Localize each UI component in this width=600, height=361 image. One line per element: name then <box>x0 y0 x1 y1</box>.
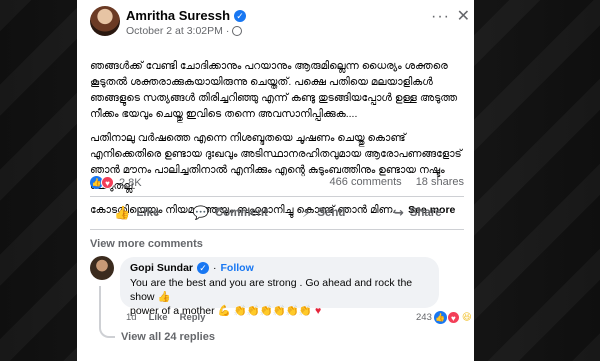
like-reaction-icon: 👍 <box>433 311 447 324</box>
send-button[interactable]: ⚡ Send <box>277 200 371 226</box>
globe-icon <box>232 26 243 36</box>
author-name-row[interactable]: Amritha Suressh ✓ <box>126 8 247 23</box>
thumbs-up-emoji-icon: 👍 <box>157 291 171 303</box>
haha-reaction-icon: 😆 <box>461 312 472 323</box>
divider <box>90 196 464 197</box>
comment-button[interactable]: 💬 Comment <box>184 200 278 226</box>
love-reaction-icon: ♥ <box>446 311 460 324</box>
heart-emoji-icon: ♥ <box>314 305 322 317</box>
post-timestamp[interactable]: October 2 at 3:02PM <box>126 25 223 37</box>
comment-text-line1: You are the best and you are strong . Go… <box>130 277 413 303</box>
share-label: Share <box>409 207 442 219</box>
comment-time[interactable]: 1d <box>126 312 137 323</box>
reactions-summary[interactable]: 👍 ♥ 2.8K <box>90 176 142 189</box>
comment-like-button[interactable]: Like <box>149 312 168 323</box>
clap-emojis-icon: 👏👏👏👏👏👏 <box>233 305 313 317</box>
divider <box>90 229 464 230</box>
author-avatar[interactable] <box>90 6 120 36</box>
reply-thread-line <box>99 286 115 338</box>
author-name[interactable]: Amritha Suressh <box>126 8 230 23</box>
share-button[interactable]: ↪ Share <box>371 200 465 226</box>
comments-count[interactable]: 466 comments <box>330 176 402 188</box>
share-icon: ↪ <box>392 205 404 220</box>
shares-count[interactable]: 18 shares <box>416 176 464 188</box>
post-paragraph: ഞങ്ങൾക്ക് വേണ്ടി ചോദിക്കാനും പറയാനും ആരു… <box>90 60 458 120</box>
post-actions: 👍 Like 💬 Comment ⚡ Send ↪ Share <box>90 200 464 226</box>
comment-reaction-count: 243 <box>416 312 432 323</box>
post-meta: October 2 at 3:02PM · <box>126 25 243 37</box>
post-stats: 👍 ♥ 2.8K 466 comments 18 shares <box>90 174 464 192</box>
post-card: Amritha Suressh ✓ October 2 at 3:02PM · … <box>77 0 474 361</box>
like-label: Like <box>136 207 160 219</box>
view-replies-label: View all 24 replies <box>121 331 215 343</box>
like-button[interactable]: 👍 Like <box>90 200 184 226</box>
reaction-count[interactable]: 2.8K <box>119 177 142 189</box>
love-reaction-icon: ♥ <box>101 176 114 189</box>
comment-bubble: Gopi Sundar ✓ · Follow You are the best … <box>120 257 439 317</box>
commenter-name[interactable]: Gopi Sundar <box>130 262 193 274</box>
view-replies-link[interactable]: View all 24 replies <box>121 331 215 343</box>
follow-separator: · <box>213 262 217 274</box>
comment-label: Comment <box>214 207 268 219</box>
verified-badge-icon: ✓ <box>234 9 247 22</box>
comment-author-row: Gopi Sundar ✓ · Follow <box>130 262 429 274</box>
thumbs-up-icon: 👍 <box>114 205 131 220</box>
post-header: Amritha Suressh ✓ October 2 at 3:02PM · … <box>77 0 474 42</box>
view-more-comments-link[interactable]: View more comments <box>90 238 203 250</box>
comment-actions: 1d Like Reply <box>126 312 205 323</box>
commenter-avatar[interactable] <box>90 256 114 280</box>
send-label: Send <box>317 207 346 219</box>
follow-button[interactable]: Follow <box>221 262 254 274</box>
close-icon[interactable]: ✕ <box>457 6 470 26</box>
muscle-emoji-icon: 💪 <box>217 305 231 317</box>
comment-reactions[interactable]: 243 👍 ♥ 😆 <box>416 311 472 324</box>
more-options-icon[interactable]: ··· <box>431 8 450 26</box>
comment-icon: 💬 <box>192 205 209 220</box>
comment-reply-button[interactable]: Reply <box>180 312 206 323</box>
stats-right: 466 comments 18 shares <box>330 176 464 188</box>
verified-badge-icon: ✓ <box>197 262 209 274</box>
messenger-icon: ⚡ <box>302 205 312 220</box>
